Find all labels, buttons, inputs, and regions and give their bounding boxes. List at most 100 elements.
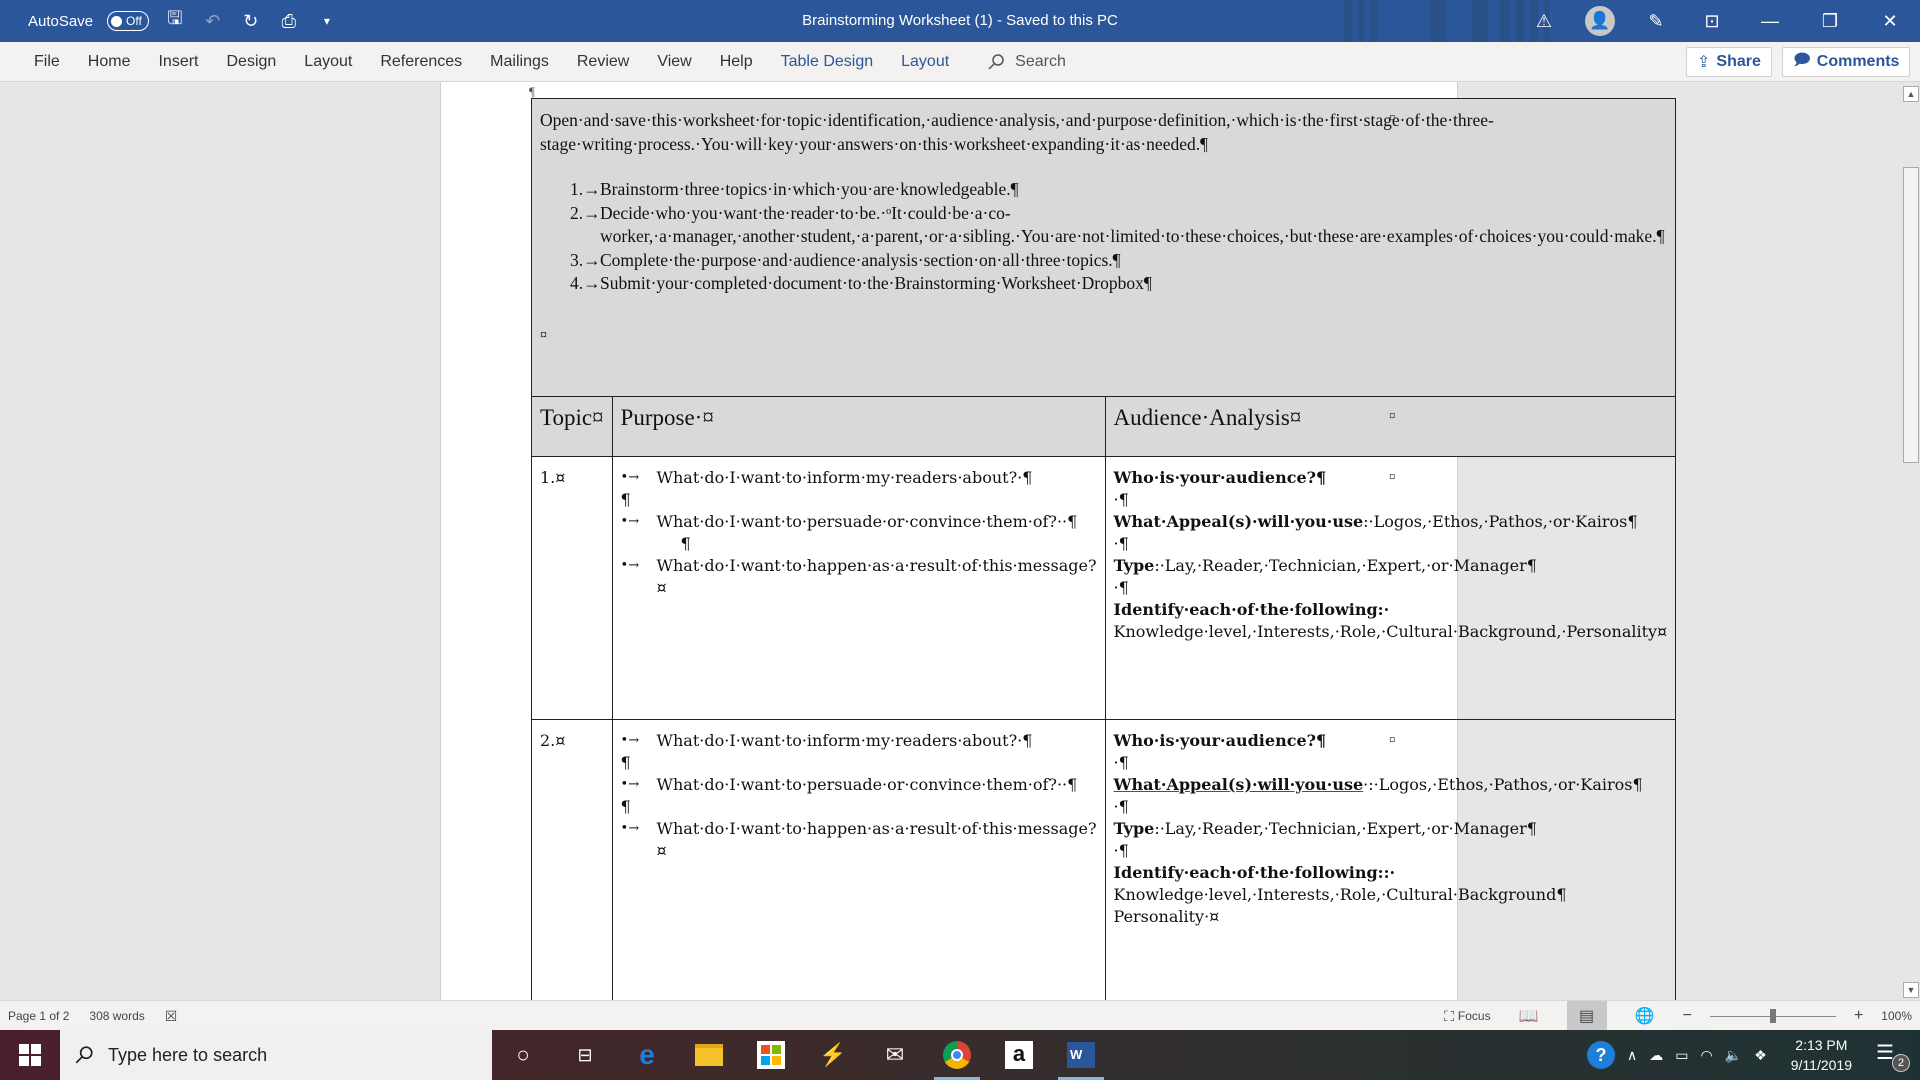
app-blue-icon[interactable]: ⚡	[802, 1030, 864, 1080]
comments-button[interactable]: 🗩 Comments	[1782, 47, 1911, 77]
warning-icon[interactable]: ⚠	[1516, 0, 1572, 42]
close-icon[interactable]: ✕	[1860, 0, 1920, 42]
purpose-cell[interactable]: •→ What·do·I·want·to·inform·my·readers·ab…	[611, 456, 1106, 720]
share-button[interactable]: ⇪ Share	[1686, 47, 1772, 77]
tab-layout[interactable]: Layout	[290, 42, 366, 82]
audience-cell[interactable]: Who·is·your·audience?¶ ·¶ What·Appeal(s)…	[1104, 719, 1677, 1000]
clock[interactable]: 2:13 PM 9/11/2019	[1779, 1035, 1864, 1075]
ribbon: File Home Insert Design Layout Reference…	[0, 42, 1920, 82]
tab-home[interactable]: Home	[74, 42, 145, 82]
list-item: 3.→ Complete·the·purpose·and·audience·ana…	[570, 249, 1667, 273]
print-layout-icon[interactable]: ▤	[1566, 1001, 1607, 1031]
tab-view[interactable]: View	[643, 42, 705, 82]
worksheet-table: Open·and·save·this·worksheet·for·topic·i…	[530, 98, 1677, 1000]
chrome-icon[interactable]	[926, 1030, 988, 1080]
search-box[interactable]: Search	[987, 53, 1066, 71]
zoom-in-button[interactable]: +	[1854, 1007, 1863, 1025]
autosave-state: Off	[126, 14, 142, 28]
audience-question: Who·is·your·audience?¶	[1113, 468, 1327, 487]
minimize-icon[interactable]: —	[1740, 0, 1800, 42]
cell-end-mark: ¤	[540, 327, 547, 343]
page-count[interactable]: Page 1 of 2	[8, 1009, 69, 1023]
action-center-icon[interactable]: ☰ 2	[1876, 1040, 1910, 1072]
task-view-icon[interactable]: ⊟	[554, 1030, 616, 1080]
start-button[interactable]	[0, 1030, 60, 1080]
header-purpose[interactable]: Purpose·¤	[611, 396, 1106, 457]
tab-help[interactable]: Help	[706, 42, 767, 82]
tab-review[interactable]: Review	[563, 42, 643, 82]
save-icon[interactable]: 🖫	[163, 8, 187, 33]
table-row: 2.¤ •→ What·do·I·want·to·inform·my·reader…	[531, 719, 1677, 1000]
battery-icon[interactable]: ▭	[1675, 1047, 1688, 1064]
intro-paragraph: Open·and·save·this·worksheet·for·topic·i…	[540, 110, 1494, 154]
bullet-icon: •→	[620, 733, 640, 748]
undo-icon[interactable]: ↶	[201, 9, 225, 33]
tab-file[interactable]: File	[20, 42, 74, 82]
list-text: Submit·your·completed·document·to·the·Br…	[600, 273, 1152, 293]
document-page[interactable]: ¶ Open·and·save·this·worksheet·for·topic…	[440, 82, 1677, 1000]
list-text: Complete·the·purpose·and·audience·analys…	[600, 249, 1121, 270]
tab-insert[interactable]: Insert	[144, 42, 212, 82]
show-hidden-icons-icon[interactable]: ∧	[1627, 1047, 1637, 1064]
restore-icon[interactable]: ❐	[1800, 0, 1860, 42]
mail-icon[interactable]: ✉	[864, 1030, 926, 1080]
autosave-toggle[interactable]: Off	[107, 11, 149, 31]
audience-cell[interactable]: Who·is·your·audience?¶ ·¶ What·Appeal(s)…	[1104, 456, 1677, 720]
edge-icon[interactable]: e	[616, 1030, 678, 1080]
onedrive-icon[interactable]: ☁	[1649, 1047, 1663, 1064]
zoom-out-button[interactable]: −	[1683, 1007, 1692, 1025]
bullet-text: What·do·I·want·to·happen·as·a·result·of·…	[656, 556, 1097, 597]
tab-table-layout[interactable]: Layout	[887, 42, 963, 82]
word-icon[interactable]: W	[1050, 1030, 1112, 1080]
print-preview-icon[interactable]: ⎙	[277, 9, 301, 33]
vertical-scrollbar[interactable]: ▲ ▼	[1902, 82, 1920, 1000]
tab-references[interactable]: References	[366, 42, 476, 82]
header-topic[interactable]: Topic¤	[531, 396, 613, 457]
read-mode-icon[interactable]: 📖	[1509, 1001, 1549, 1031]
paragraph-mark: ¶	[620, 753, 631, 772]
dropbox-icon[interactable]: ❖	[1754, 1047, 1767, 1064]
store-icon[interactable]	[740, 1030, 802, 1080]
paragraph-mark: ·¶	[1113, 797, 1129, 816]
header-audience-analysis[interactable]: Audience·Analysis¤	[1104, 396, 1677, 457]
intro-cell[interactable]: Open·and·save·this·worksheet·for·topic·i…	[530, 98, 1677, 397]
scroll-down-icon[interactable]: ▼	[1903, 982, 1919, 998]
proofing-icon[interactable]: ☒	[165, 1008, 178, 1025]
zoom-level[interactable]: 100%	[1881, 1009, 1912, 1023]
paragraph-mark: ·¶	[1113, 534, 1129, 553]
zoom-slider-thumb[interactable]	[1769, 1008, 1776, 1023]
web-layout-icon[interactable]: 🌐	[1625, 1001, 1665, 1031]
file-explorer-icon[interactable]	[678, 1030, 740, 1080]
purpose-cell[interactable]: •→ What·do·I·want·to·inform·my·readers·ab…	[611, 719, 1106, 1000]
scroll-up-icon[interactable]: ▲	[1903, 86, 1919, 102]
volume-icon[interactable]: 🔈	[1725, 1047, 1742, 1064]
comments-label: Comments	[1816, 53, 1900, 70]
comment-icon: 🗩	[1793, 51, 1811, 69]
redo-icon[interactable]: ↻	[239, 9, 263, 33]
zoom-slider[interactable]	[1709, 1008, 1836, 1023]
paragraph-mark: ·¶	[1113, 753, 1129, 772]
type-text: :·Lay,·Reader,·Technician,·Expert,·or·Ma…	[1154, 819, 1537, 838]
list-number: 4.→	[570, 273, 601, 293]
focus-button[interactable]: ⛶ Focus	[1444, 1008, 1491, 1025]
clock-date: 9/11/2019	[1790, 1057, 1852, 1073]
topic-cell[interactable]: 1.¤	[531, 456, 613, 720]
taskbar-search[interactable]: Type here to search	[60, 1030, 492, 1080]
tab-design[interactable]: Design	[212, 42, 290, 82]
scroll-thumb[interactable]	[1903, 167, 1919, 463]
account-icon: 👤	[1585, 6, 1615, 36]
word-count[interactable]: 308 words	[89, 1009, 144, 1023]
pen-icon[interactable]: ✎	[1628, 0, 1684, 42]
account-button[interactable]: 👤	[1572, 0, 1628, 42]
ribbon-display-icon[interactable]: ⊡	[1684, 0, 1740, 42]
topic-cell[interactable]: 2.¤	[531, 719, 613, 1000]
tab-mailings[interactable]: Mailings	[476, 42, 563, 82]
tab-table-design[interactable]: Table Design	[767, 42, 888, 82]
bullet-text: What·do·I·want·to·persuade·or·convince·t…	[656, 512, 1078, 531]
instructions-list: 1.→ Brainstorm·three·topics·in·which·you·…	[570, 178, 1667, 296]
help-icon[interactable]: ?	[1587, 1041, 1616, 1069]
customize-qat-icon[interactable]: ▾	[315, 9, 339, 33]
amazon-icon[interactable]: a	[988, 1030, 1050, 1080]
cortana-icon[interactable]: ○	[492, 1030, 554, 1080]
wifi-icon[interactable]: ◠	[1701, 1047, 1713, 1064]
